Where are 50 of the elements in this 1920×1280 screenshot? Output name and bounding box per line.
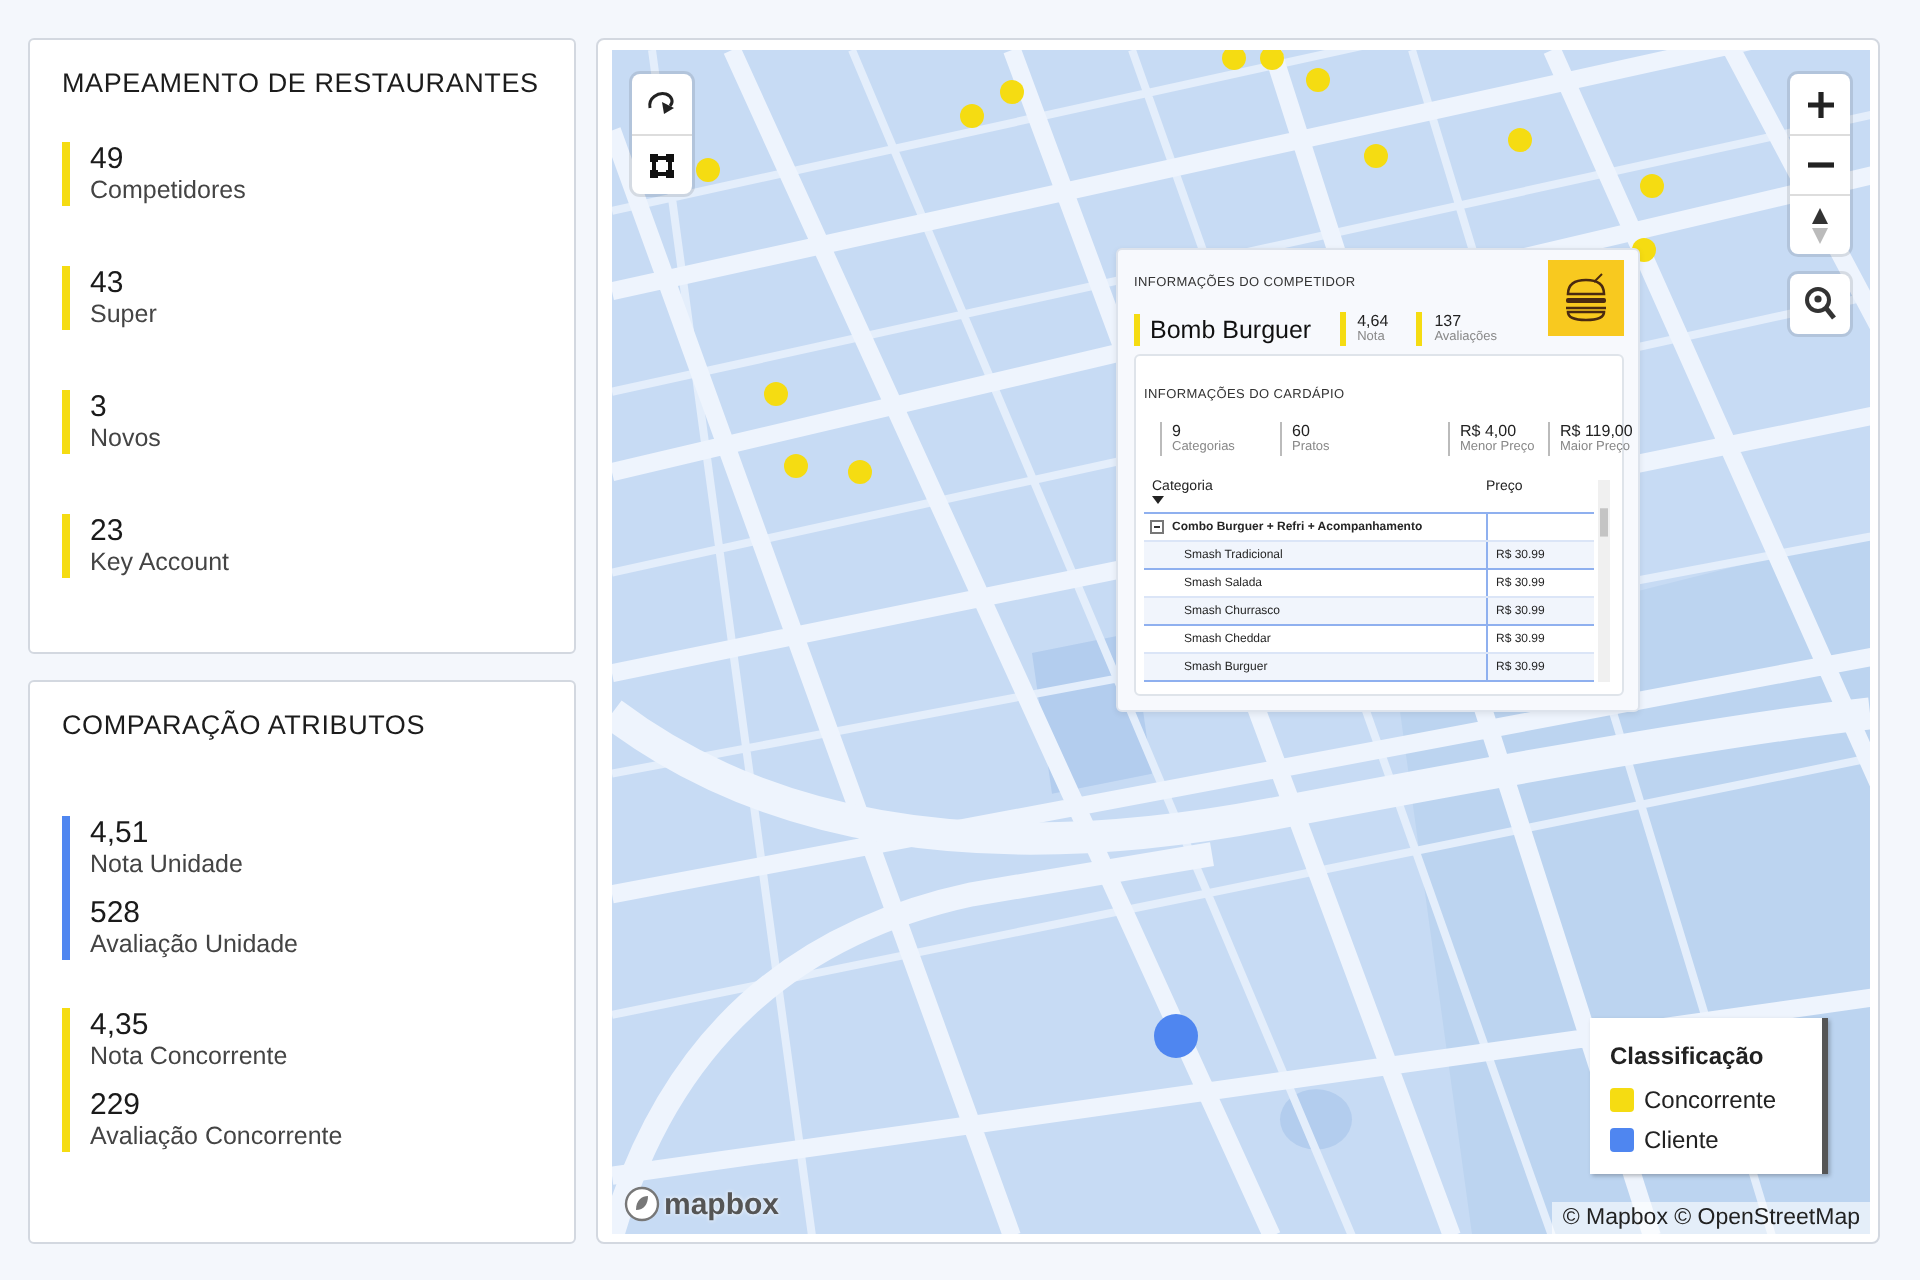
stat-label: Super	[90, 300, 157, 330]
menu-stat-value: 60	[1292, 422, 1312, 440]
map-marker[interactable]	[1260, 50, 1284, 71]
stat-value: 4,35	[90, 1008, 151, 1042]
restaurant-name: Bomb Burguer	[1150, 315, 1312, 343]
burger-icon	[1560, 272, 1612, 324]
metric-bar	[1339, 312, 1346, 346]
location-search-icon	[1802, 286, 1838, 322]
panel-title: MAPEAMENTO DE RESTAURANTES	[62, 68, 541, 98]
collapse-icon[interactable]	[1150, 520, 1164, 534]
sort-caret-icon	[1152, 496, 1164, 504]
menu-stat-value: R$ 4,00	[1460, 422, 1519, 440]
panel-title: COMPARAÇÃO ATRIBUTOS	[62, 710, 428, 740]
compass-icon	[1810, 205, 1830, 245]
stat-bar	[62, 142, 70, 206]
rotate-arrow-icon	[646, 90, 678, 118]
legend-title: Classificação	[1610, 1042, 1766, 1070]
scrollbar[interactable]	[1598, 480, 1610, 682]
stat-label: Avaliação Concorrente	[90, 1122, 343, 1152]
menu-stat-value: R$ 119,00	[1560, 422, 1635, 440]
stat-value: 23	[90, 514, 126, 548]
stat-bar	[62, 266, 70, 330]
legend-label: Concorrente	[1644, 1086, 1777, 1114]
stat-label: Nota Unidade	[90, 850, 245, 880]
metric-value: 137	[1434, 312, 1464, 330]
stat-label: Avaliação Unidade	[90, 930, 299, 960]
metric-value: 4,64	[1357, 312, 1389, 330]
stat-label: Key Account	[90, 548, 229, 578]
stat-label: Novos	[90, 424, 161, 454]
stat-label: Nota Concorrente	[90, 1042, 290, 1072]
stat-value: 49	[90, 142, 126, 176]
map-attribution[interactable]: © Mapbox © OpenStreetMap	[1552, 1202, 1870, 1234]
plus-icon	[1807, 91, 1833, 117]
stat-value: 3	[90, 390, 109, 424]
square-select-icon	[648, 151, 676, 179]
stat-value: 43	[90, 266, 126, 300]
stat-value: 528	[90, 896, 143, 930]
stat-bar	[62, 390, 70, 454]
stat-value: 229	[90, 1088, 143, 1122]
legend-label: Cliente	[1644, 1126, 1719, 1154]
menu-stat-value: 9	[1172, 422, 1183, 440]
stat-label: Competidores	[90, 176, 246, 206]
map-logo-text: mapbox	[664, 1187, 780, 1221]
stat-bar	[62, 514, 70, 578]
metric-bar	[1416, 312, 1423, 346]
minus-icon	[1807, 162, 1833, 168]
name-bar	[1134, 313, 1140, 345]
logo-icon	[624, 1186, 660, 1222]
map-marker[interactable]	[1222, 50, 1246, 71]
stat-value: 4,51	[90, 816, 151, 850]
